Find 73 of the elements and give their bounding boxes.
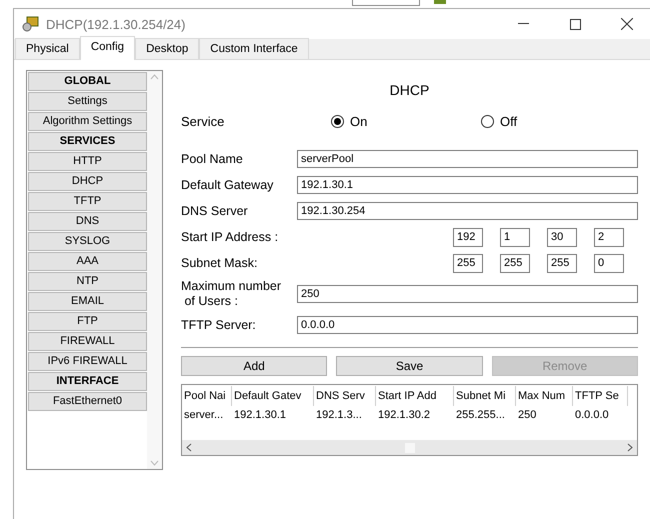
- app-icon: [22, 16, 40, 32]
- table-cell-text: 192.1.30.1: [233, 408, 287, 423]
- sidebar-item[interactable]: NTP: [28, 272, 147, 291]
- field-label: Maximum number of Users :: [181, 279, 282, 309]
- sidebar-item[interactable]: FIREWALL: [28, 332, 147, 351]
- radio-button[interactable]: On: [331, 114, 481, 128]
- sidebar-item[interactable]: AAA: [28, 252, 147, 271]
- field-label: Pool Name: [181, 152, 244, 166]
- action-button[interactable]: Add: [181, 356, 328, 376]
- octet-field[interactable]: 0: [594, 254, 624, 272]
- field-label: DNS Server: [181, 204, 249, 218]
- tab[interactable]: Config: [80, 36, 136, 60]
- input-field[interactable]: 192.1.30.254: [297, 202, 638, 220]
- horizontal-scrollbar[interactable]: [182, 440, 637, 455]
- sidebar-header: SERVICES: [28, 132, 147, 151]
- octet-field[interactable]: 1: [500, 228, 530, 246]
- field-label: Service: [181, 114, 226, 128]
- octet-field[interactable]: 192: [453, 228, 483, 246]
- sidebar-item[interactable]: IPv6 FIREWALL: [28, 352, 147, 371]
- table-cell-text: 192.1.30.2: [377, 408, 431, 423]
- scroll-right-icon[interactable]: [627, 443, 633, 452]
- action-button[interactable]: Save: [336, 356, 483, 376]
- radio-label: On: [350, 114, 368, 128]
- sidebar-item[interactable]: FTP: [28, 312, 147, 331]
- table-cell-text: 250: [517, 408, 538, 423]
- panel-title: DHCP: [388, 82, 430, 98]
- sidebar-item[interactable]: SYSLOG: [28, 232, 147, 251]
- field-label: TFTP Server:: [181, 318, 257, 332]
- input-field[interactable]: serverPool: [297, 150, 638, 168]
- tab[interactable]: Desktop: [135, 38, 200, 59]
- sidebar-item[interactable]: EMAIL: [28, 292, 147, 311]
- sidebar-item[interactable]: HTTP: [28, 152, 147, 171]
- octet-field[interactable]: 255: [453, 254, 483, 272]
- tab[interactable]: Custom Interface: [199, 38, 309, 59]
- field-label: Default Gateway: [181, 178, 274, 192]
- field-label: Start IP Address :: [181, 230, 280, 244]
- octet-field[interactable]: 30: [547, 228, 577, 246]
- input-field[interactable]: 0.0.0.0: [297, 316, 638, 334]
- column-header[interactable]: DNS Serv: [314, 386, 376, 406]
- radio-icon[interactable]: [331, 114, 344, 128]
- column-header[interactable]: Default Gatev: [232, 386, 314, 406]
- sidebar-item[interactable]: DHCP: [28, 172, 147, 191]
- sidebar-item[interactable]: TFTP: [28, 192, 147, 211]
- column-header[interactable]: TFTP Se: [573, 386, 628, 406]
- sidebar-header: GLOBAL: [28, 72, 147, 91]
- column-header[interactable]: Subnet Mi: [454, 386, 516, 406]
- octet-field[interactable]: 255: [547, 254, 577, 272]
- scroll-left-icon[interactable]: [186, 443, 192, 452]
- column-header[interactable]: Start IP Add: [376, 386, 454, 406]
- field-label: Subnet Mask:: [181, 256, 258, 270]
- radio-label: Off: [500, 114, 518, 128]
- input-field[interactable]: 250: [297, 285, 638, 303]
- table-cell-text: 192.1.3...: [315, 408, 363, 423]
- radio-icon[interactable]: [481, 114, 494, 128]
- table-cell-text: 0.0.0.0: [574, 408, 610, 423]
- sidebar-header: INTERFACE: [28, 372, 147, 391]
- sidebar-item[interactable]: Algorithm Settings: [28, 112, 147, 131]
- table-cell-text: 255.255...: [455, 408, 506, 423]
- window-title: DHCP(192.1.30.254/24): [46, 16, 186, 32]
- column-header[interactable]: Pool Nai: [182, 386, 232, 406]
- maximize-icon: [570, 18, 580, 30]
- octet-field[interactable]: 2: [594, 228, 624, 246]
- sidebar-item[interactable]: DNS: [28, 212, 147, 231]
- input-field[interactable]: 192.1.30.1: [297, 176, 638, 194]
- radio-button[interactable]: Off: [481, 114, 631, 128]
- sidebar-item[interactable]: FastEthernet0: [28, 392, 147, 411]
- octet-field[interactable]: 255: [500, 254, 530, 272]
- minimize-icon: [518, 23, 528, 25]
- sidebar-item[interactable]: Settings: [28, 92, 147, 111]
- table-cell-text: server...: [183, 408, 224, 423]
- column-header[interactable]: Max Num: [516, 386, 573, 406]
- close-icon: [621, 18, 633, 30]
- tab[interactable]: Physical: [15, 38, 80, 59]
